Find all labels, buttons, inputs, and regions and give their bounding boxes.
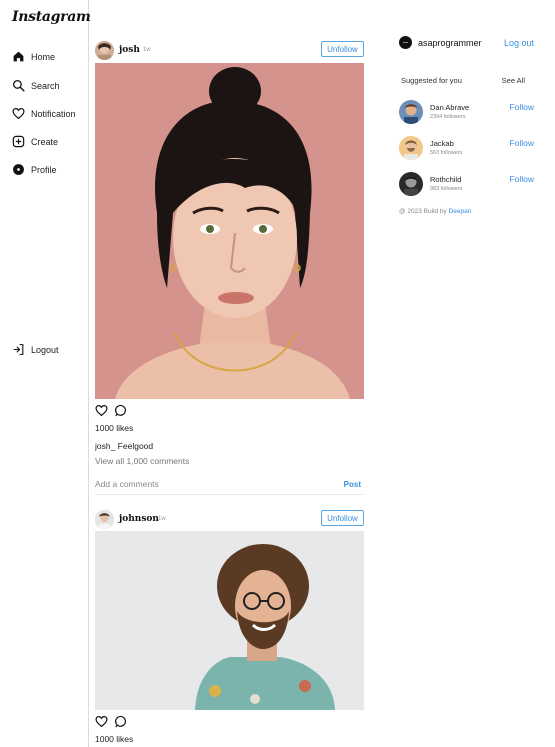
like-heart-icon[interactable]: [95, 715, 108, 730]
like-count: 1000 likes: [95, 734, 134, 744]
sidebar-item-label: Profile: [31, 164, 57, 175]
heart-icon: [12, 107, 25, 120]
comment-bubble-icon[interactable]: [114, 404, 127, 419]
suggestions-header: Suggested for you See All: [399, 74, 534, 88]
footer-credit: @ 2023 Build by Deepan: [399, 208, 534, 215]
suggestion-followers: 2394 followers: [430, 114, 466, 120]
suggestion-item: Jackab 563 followers Follow: [399, 136, 534, 160]
sidebar-item-label: Create: [31, 136, 59, 147]
suggestions-title: Suggested for you: [401, 76, 462, 85]
sidebar-item-profile[interactable]: Profile: [12, 163, 57, 176]
post-image[interactable]: [95, 531, 364, 710]
post-card: johnson 1w Unfollow 1000 likes: [95, 510, 364, 744]
sidebar-item-notification[interactable]: Notification: [12, 107, 76, 120]
post-caption: josh_ Feelgood: [95, 441, 154, 451]
post-header: johnson 1w Unfollow: [95, 510, 364, 532]
app-logo[interactable]: Instagram: [12, 9, 91, 25]
post-image[interactable]: [95, 63, 364, 399]
sidebar: Instagram Home Search Notification Creat…: [0, 0, 91, 747]
plus-square-icon: [12, 135, 25, 148]
sidebar-item-search[interactable]: Search: [12, 79, 60, 92]
logout-icon: [12, 343, 25, 356]
follow-button[interactable]: Follow: [509, 174, 534, 184]
credit-prefix: @ 2023 Build by: [399, 208, 447, 215]
sidebar-item-home[interactable]: Home: [12, 50, 55, 63]
post-actions: [95, 715, 364, 729]
post-comment-button[interactable]: Post: [344, 480, 361, 489]
suggestion-name[interactable]: Jackab: [430, 139, 454, 148]
suggestion-item: Rothchild 983 followers Follow: [399, 172, 534, 196]
post-header: josh 1w Unfollow: [95, 41, 364, 63]
sidebar-item-logout[interactable]: Logout: [12, 343, 59, 356]
suggestion-name[interactable]: Dan Abrave: [430, 103, 469, 112]
post-card: josh 1w Unfollow 1000 likes josh_ Feelgo…: [95, 41, 364, 495]
sidebar-item-create[interactable]: Create: [12, 135, 58, 148]
current-username[interactable]: asaprogrammer: [418, 38, 482, 48]
search-icon: [12, 79, 25, 92]
suggestion-followers: 563 followers: [430, 150, 463, 156]
logout-label: Logout: [31, 344, 59, 355]
sidebar-item-label: Home: [31, 51, 56, 62]
suggestion-name[interactable]: Rothchild: [430, 175, 461, 184]
avatar[interactable]: [399, 36, 412, 49]
avatar[interactable]: [399, 100, 423, 124]
unfollow-button[interactable]: Unfollow: [321, 510, 364, 526]
comment-box: Add a comments Post: [95, 477, 364, 495]
post-time: 1w: [143, 47, 151, 53]
post-username[interactable]: johnson: [119, 514, 159, 524]
like-count: 1000 likes: [95, 423, 134, 433]
follow-button[interactable]: Follow: [509, 102, 534, 112]
suggestion-followers: 983 followers: [430, 186, 463, 192]
unfollow-button[interactable]: Unfollow: [321, 41, 364, 57]
suggestion-item: Dan Abrave 2394 followers Follow: [399, 100, 534, 124]
current-user: asaprogrammer Log out: [399, 36, 534, 52]
sidebar-item-label: Search: [31, 80, 60, 91]
avatar[interactable]: [399, 172, 423, 196]
comment-bubble-icon[interactable]: [114, 715, 127, 730]
post-username[interactable]: josh: [119, 45, 140, 55]
profile-icon: [12, 163, 25, 176]
follow-button[interactable]: Follow: [509, 138, 534, 148]
comment-input[interactable]: Add a comments: [95, 479, 159, 489]
like-heart-icon[interactable]: [95, 404, 108, 419]
avatar[interactable]: [399, 136, 423, 160]
sidebar-item-label: Notification: [31, 108, 76, 119]
view-comments-link[interactable]: View all 1,000 comments: [95, 456, 364, 466]
post-time: 1w: [158, 516, 166, 522]
see-all-link[interactable]: See All: [502, 76, 525, 85]
home-icon: [12, 50, 25, 63]
avatar[interactable]: [95, 510, 114, 529]
logout-link[interactable]: Log out: [504, 38, 534, 48]
credit-author-link[interactable]: Deepan: [449, 208, 472, 215]
avatar[interactable]: [95, 41, 114, 60]
post-actions: [95, 404, 364, 418]
right-panel: asaprogrammer Log out Suggested for you …: [399, 36, 534, 215]
